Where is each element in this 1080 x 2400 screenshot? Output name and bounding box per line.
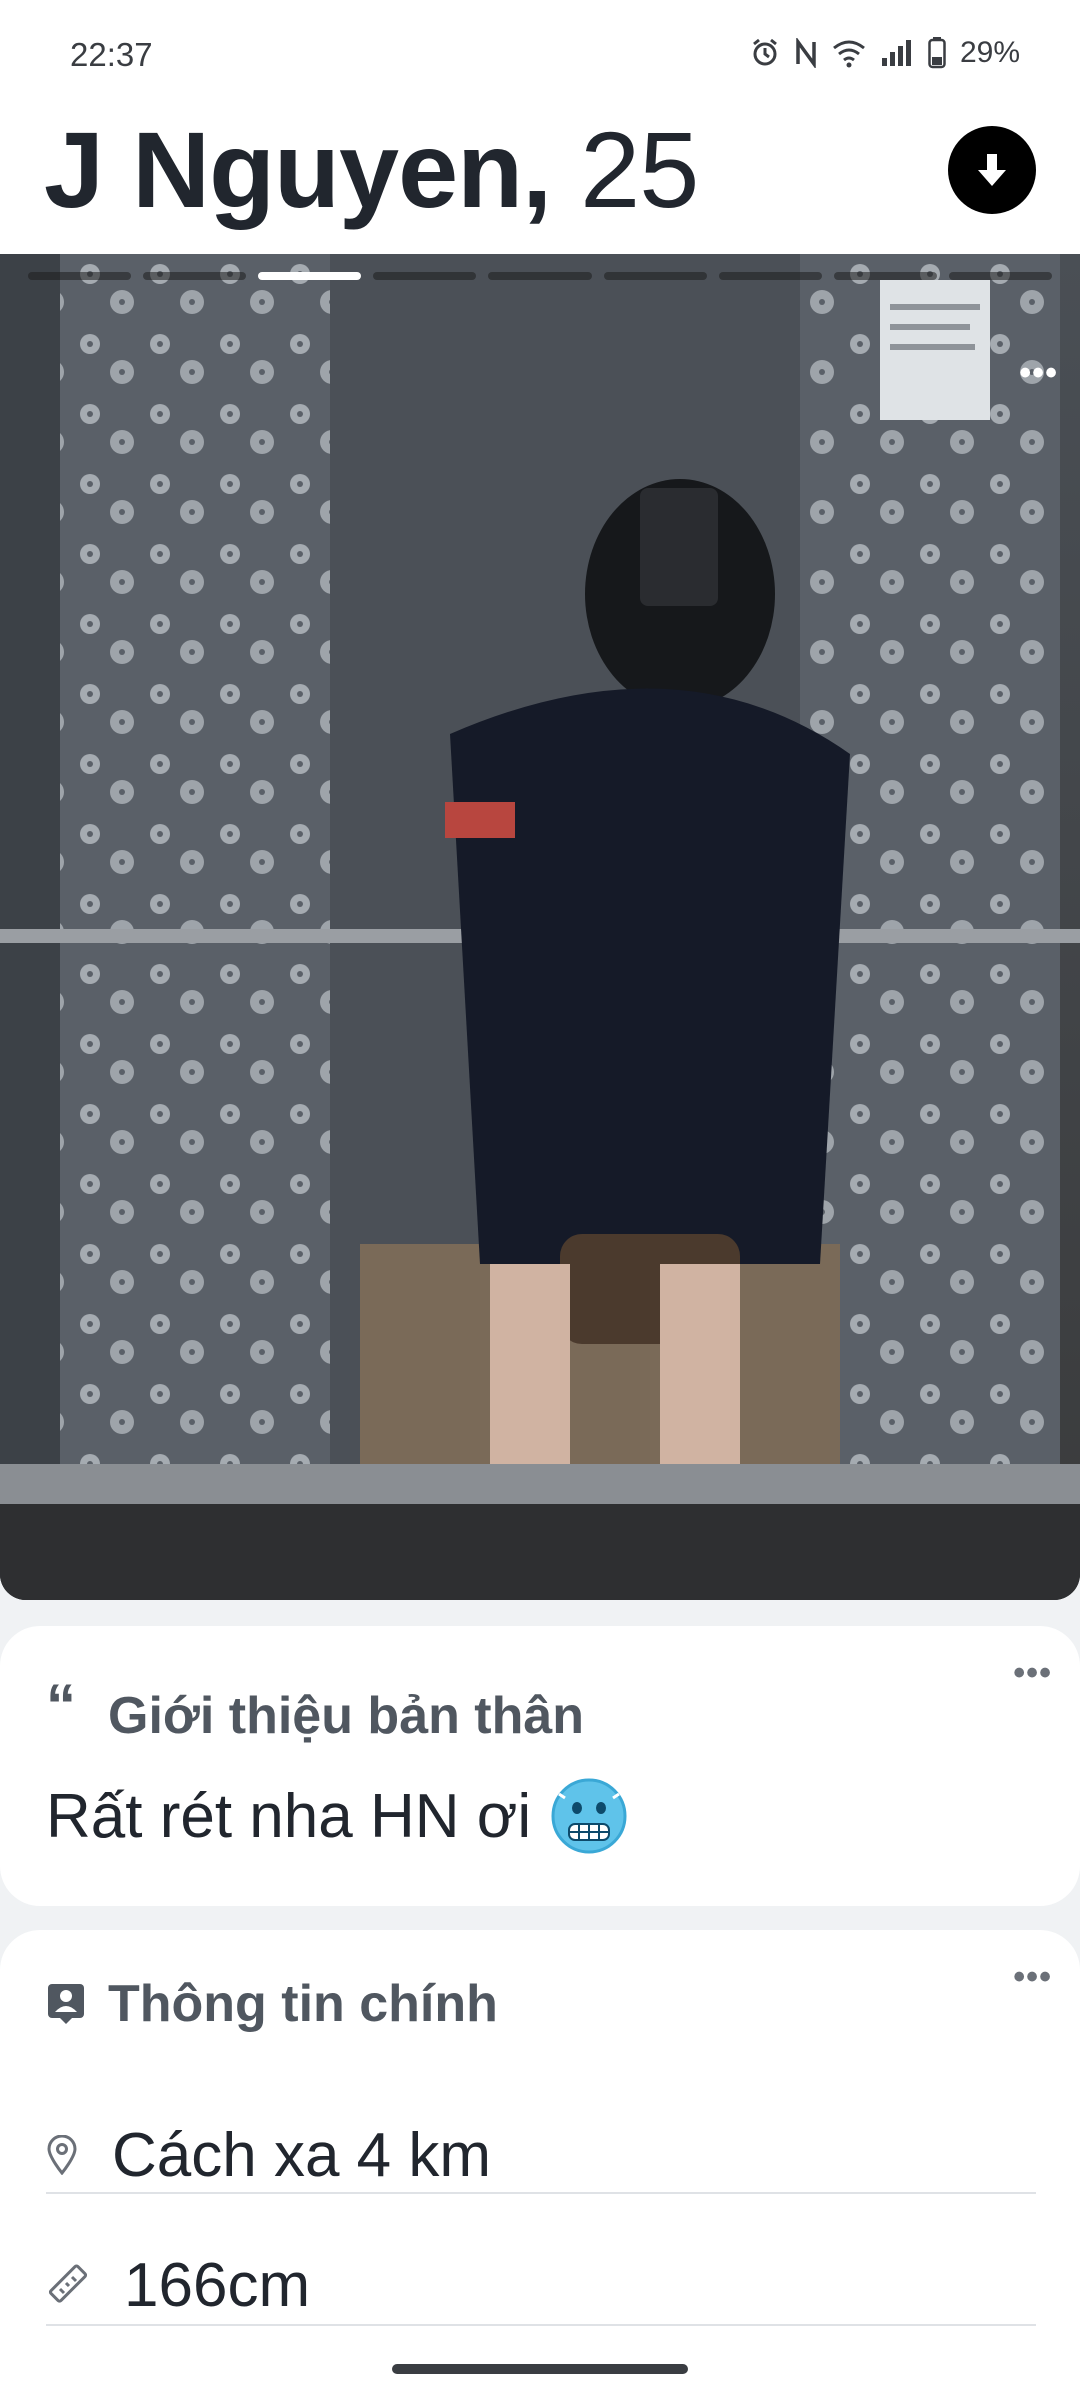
- about-header: “ Giới thiệu bản thân: [46, 1672, 585, 1746]
- status-time: 22:37: [70, 36, 153, 73]
- photo-progress-segment[interactable]: [718, 272, 822, 280]
- photo-more-options-icon[interactable]: •••: [1019, 354, 1058, 393]
- info-more-options-icon[interactable]: •••: [1013, 1958, 1052, 1997]
- info-header: Thông tin chính: [46, 1974, 498, 2034]
- home-indicator[interactable]: [392, 2364, 688, 2374]
- height-label: 166cm: [124, 2250, 311, 2320]
- status-icons: 29%: [750, 36, 1020, 70]
- profile-age: 25: [580, 109, 699, 230]
- quote-icon: “: [46, 1671, 76, 1739]
- photo-progress: [28, 272, 1052, 280]
- height-row: 166cm: [46, 2220, 1036, 2350]
- info-divider: [46, 2324, 1036, 2326]
- about-title: Giới thiệu bản thân: [108, 1687, 585, 1745]
- main-info-card: ••• Thông tin chính Cách xa 4 km 166cm: [0, 1930, 1080, 2400]
- about-more-options-icon[interactable]: •••: [1013, 1654, 1052, 1693]
- distance-row: Cách xa 4 km: [46, 2090, 1036, 2220]
- about-me-card: ••• “ Giới thiệu bản thân Rất rét nha HN…: [0, 1626, 1080, 1906]
- profile-name: J Nguyen,: [44, 109, 552, 230]
- profile-photo[interactable]: •••: [0, 254, 1080, 1600]
- wifi-icon: [832, 38, 866, 68]
- photo-image: [0, 254, 1080, 1600]
- battery-percent: 29%: [959, 36, 1020, 69]
- photo-progress-segment[interactable]: [603, 272, 707, 280]
- photo-progress-segment[interactable]: [373, 272, 477, 280]
- ruler-icon: [48, 2264, 88, 2303]
- location-pin-icon: [47, 2135, 77, 2175]
- photo-progress-segment[interactable]: [833, 272, 937, 280]
- photo-progress-segment-active[interactable]: [258, 272, 362, 280]
- info-divider: [46, 2192, 1036, 2194]
- collapse-profile-button[interactable]: [948, 126, 1036, 214]
- info-title: Thông tin chính: [108, 1975, 498, 2033]
- alarm-icon: [750, 38, 780, 68]
- distance-label: Cách xa 4 km: [112, 2120, 492, 2190]
- id-card-icon: [48, 1984, 84, 2024]
- arrow-down-icon: [978, 154, 1006, 186]
- cold-face-emoji: [551, 1778, 627, 1854]
- profile-header: J Nguyen, 25: [0, 110, 1080, 254]
- photo-progress-segment[interactable]: [488, 272, 592, 280]
- nfc-icon: [794, 38, 818, 68]
- photo-progress-segment[interactable]: [143, 272, 247, 280]
- photo-progress-segment[interactable]: [28, 272, 132, 280]
- about-text-row: Rất rét nha HN ơi: [46, 1776, 629, 1856]
- photo-progress-segment[interactable]: [948, 272, 1052, 280]
- status-bar: 22:37 29%: [0, 0, 1080, 110]
- profile-name-age: J Nguyen, 25: [44, 109, 699, 230]
- battery-icon: [928, 37, 946, 69]
- about-text: Rất rét nha HN ơi: [46, 1781, 532, 1851]
- signal-icon: [880, 38, 914, 68]
